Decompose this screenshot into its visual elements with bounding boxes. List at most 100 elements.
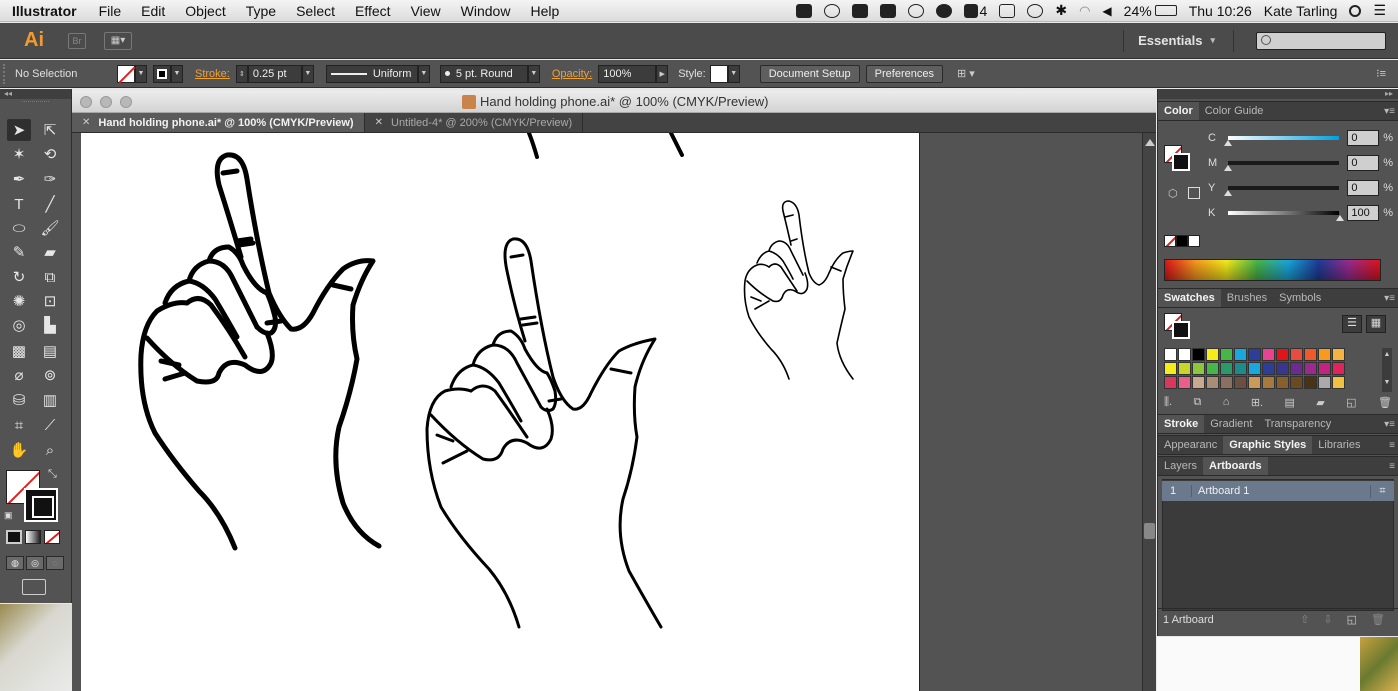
- cyan-field[interactable]: 0: [1347, 130, 1380, 146]
- new-swatch-icon[interactable]: ◱: [1346, 396, 1356, 412]
- menu-window[interactable]: Window: [451, 3, 521, 19]
- magenta-field[interactable]: 0: [1347, 155, 1380, 171]
- creative-cloud-icon[interactable]: [935, 3, 952, 18]
- swatch[interactable]: [1304, 362, 1317, 375]
- curvature-tool[interactable]: ✑: [38, 168, 62, 190]
- gradient-tool[interactable]: ▤: [38, 340, 62, 362]
- swatch[interactable]: [1290, 348, 1303, 361]
- swatch[interactable]: [1234, 362, 1247, 375]
- swatch[interactable]: [1206, 362, 1219, 375]
- grip-handle[interactable]: [3, 63, 9, 84]
- new-artboard-icon[interactable]: ◱: [1347, 613, 1357, 626]
- menu-view[interactable]: View: [401, 3, 451, 19]
- swatch[interactable]: [1318, 362, 1331, 375]
- swatch[interactable]: [1262, 376, 1275, 389]
- swap-fill-stroke-icon[interactable]: ⤡: [48, 468, 57, 481]
- menu-select[interactable]: Select: [286, 3, 345, 19]
- black-color[interactable]: [1176, 235, 1188, 247]
- tab-hand-holding-phone[interactable]: ✕ Hand holding phone.ai* @ 100% (CMYK/Pre…: [72, 113, 365, 132]
- stroke-box[interactable]: [24, 488, 58, 522]
- swatch[interactable]: [1304, 376, 1317, 389]
- slider-knob[interactable]: [1223, 165, 1232, 171]
- ellipse-tool[interactable]: ⬭: [7, 217, 31, 239]
- swatch[interactable]: [1220, 362, 1233, 375]
- blend-tool[interactable]: ⊚: [38, 364, 62, 386]
- swatch[interactable]: [1248, 362, 1261, 375]
- swatch[interactable]: [1290, 376, 1303, 389]
- swatch[interactable]: [1332, 348, 1345, 361]
- close-icon[interactable]: ✕: [375, 117, 383, 128]
- swatch[interactable]: [1318, 348, 1331, 361]
- swatch[interactable]: [1206, 348, 1219, 361]
- symbol-sprayer-tool[interactable]: ⛁: [7, 389, 31, 411]
- swatch[interactable]: [1318, 376, 1331, 389]
- none-color[interactable]: [1164, 235, 1176, 247]
- brush-definition[interactable]: 5 pt. Round: [439, 64, 528, 83]
- thumbnail-view-button[interactable]: ▦: [1366, 315, 1386, 333]
- stroke-dropdown[interactable]: ▼: [171, 64, 183, 83]
- type-tool[interactable]: T: [7, 193, 31, 215]
- swatch[interactable]: [1220, 376, 1233, 389]
- swatch[interactable]: [1332, 376, 1345, 389]
- swatch[interactable]: [1206, 376, 1219, 389]
- opacity-field[interactable]: 100%: [598, 64, 657, 83]
- slice-tool[interactable]: ⟋: [38, 414, 62, 436]
- tab-transparency[interactable]: Transparency: [1258, 415, 1337, 433]
- warp-tool[interactable]: ✺: [7, 290, 31, 312]
- move-down-icon[interactable]: ⇩: [1323, 613, 1332, 626]
- brush-dropdown[interactable]: ▼: [527, 64, 540, 83]
- default-fill-stroke-icon[interactable]: ▣: [4, 510, 13, 521]
- opacity-label[interactable]: Opacity:: [552, 68, 592, 80]
- swatch[interactable]: [1164, 362, 1177, 375]
- user-name[interactable]: Kate Tarling: [1264, 3, 1338, 19]
- trash-icon[interactable]: 🗑: [1378, 396, 1392, 412]
- close-icon[interactable]: ✕: [82, 117, 90, 128]
- draw-inside-button[interactable]: ◌: [46, 556, 64, 570]
- swatch-kind-icon[interactable]: ⌂: [1223, 396, 1230, 412]
- magenta-slider[interactable]: [1223, 161, 1340, 171]
- eyedropper-tool[interactable]: ⌀: [7, 364, 31, 386]
- gradient-button[interactable]: [25, 530, 41, 544]
- graphic-style-swatch[interactable]: [709, 64, 728, 83]
- vertical-scrollbar[interactable]: [1142, 133, 1156, 691]
- swatch[interactable]: [1164, 376, 1177, 389]
- shape-builder-tool[interactable]: ◎: [7, 314, 31, 336]
- tab-brushes[interactable]: Brushes: [1221, 289, 1273, 307]
- white-color[interactable]: [1188, 235, 1200, 247]
- app-menu[interactable]: Illustrator: [0, 3, 89, 19]
- scroll-up-arrow[interactable]: [1145, 139, 1155, 146]
- magic-wand-tool[interactable]: ✶: [7, 143, 31, 165]
- scale-tool[interactable]: ⧉: [38, 266, 62, 288]
- wifi-icon[interactable]: ◠: [1079, 3, 1090, 19]
- artboard-row[interactable]: 1 Artboard 1 ⌗: [1162, 481, 1394, 501]
- airplay-icon[interactable]: [999, 3, 1016, 18]
- bridge-button[interactable]: Br: [68, 32, 86, 49]
- volume-icon[interactable]: ◀: [1102, 4, 1111, 18]
- color-fill-stroke[interactable]: [1164, 145, 1190, 171]
- panel-menu-icon[interactable]: ▾≡: [1384, 293, 1398, 304]
- swatch[interactable]: [1276, 362, 1289, 375]
- perspective-grid-tool[interactable]: ▙: [38, 314, 62, 336]
- panel-menu-icon[interactable]: ⁝≡: [1376, 67, 1386, 80]
- tab-stroke[interactable]: Stroke: [1158, 415, 1205, 433]
- eraser-tool[interactable]: ▰: [38, 241, 62, 263]
- slider-knob[interactable]: [1223, 140, 1232, 146]
- swatch[interactable]: [1276, 376, 1289, 389]
- opacity-slider-toggle[interactable]: ▶: [656, 64, 669, 83]
- camera-icon[interactable]: [795, 3, 812, 18]
- zoom-window-button[interactable]: [120, 95, 132, 108]
- selection-tool[interactable]: ➤: [7, 119, 31, 141]
- tab-swatches[interactable]: Swatches: [1158, 289, 1221, 307]
- panel-menu-icon[interactable]: ≡: [1389, 461, 1398, 472]
- tab-layers[interactable]: Layers: [1158, 457, 1203, 475]
- panel-menu-icon[interactable]: ▾≡: [1384, 419, 1398, 430]
- black-slider[interactable]: [1227, 211, 1344, 221]
- swatch[interactable]: [1304, 348, 1317, 361]
- tab-symbols[interactable]: Symbols: [1273, 289, 1327, 307]
- battery-status[interactable]: 24%: [1124, 3, 1177, 19]
- swatch[interactable]: [1164, 348, 1177, 361]
- free-transform-tool[interactable]: ⊡: [38, 290, 62, 312]
- none-button[interactable]: [44, 530, 60, 544]
- canvas[interactable]: [72, 133, 1142, 691]
- slider-knob[interactable]: [1335, 215, 1344, 221]
